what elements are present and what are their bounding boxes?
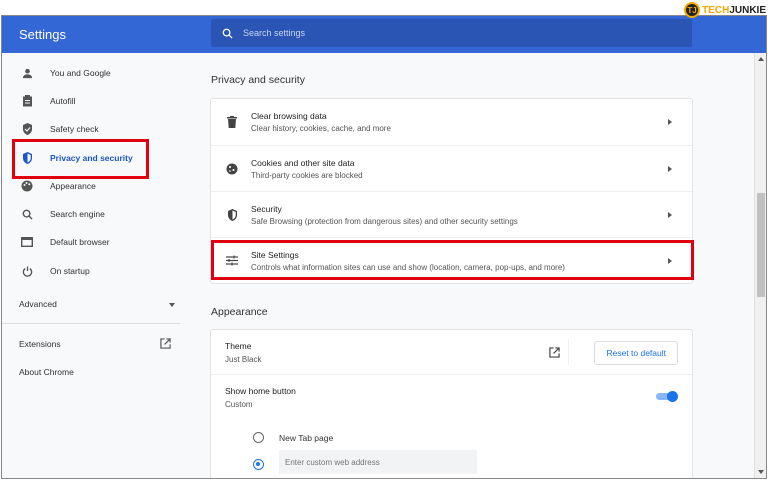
sidebar-item-label: Appearance [50, 181, 96, 191]
home-value: Custom [225, 400, 253, 409]
dropdown-arrow-icon [169, 303, 175, 307]
appearance-card: Theme Just Black Reset to default Show h… [211, 330, 692, 478]
person-icon [21, 68, 33, 79]
custom-address-input[interactable] [279, 450, 477, 474]
row-title: Cookies and other site data [251, 157, 355, 168]
chevron-right-icon [668, 211, 672, 218]
security-row[interactable]: Security Safe Browsing (protection from d… [211, 191, 692, 237]
power-icon [21, 265, 33, 277]
sidebar-item-about-chrome[interactable]: About Chrome [19, 367, 74, 377]
row-subtitle: Third-party cookies are blocked [251, 170, 363, 180]
sidebar-divider [2, 323, 180, 324]
scrollbar[interactable] [754, 53, 766, 478]
sidebar-item-safety-check[interactable]: Safety check [2, 117, 180, 141]
sidebar-item-on-startup[interactable]: On startup [2, 259, 180, 283]
highlight-box-privacy [12, 139, 149, 179]
open-external-icon [160, 338, 171, 349]
clipboard-icon [21, 95, 33, 107]
search-placeholder: Search settings [243, 28, 306, 38]
theme-value: Just Black [225, 355, 262, 364]
cookies-row[interactable]: Cookies and other site data Third-party c… [211, 145, 692, 191]
advanced-label: Advanced [19, 299, 57, 309]
new-tab-label: New Tab page [279, 433, 334, 443]
advanced-section-toggle[interactable]: Advanced [19, 299, 175, 309]
radio-custom-address[interactable] [253, 459, 264, 470]
appearance-heading: Appearance [211, 306, 268, 318]
row-title: Clear browsing data [251, 111, 327, 121]
theme-title: Theme [225, 341, 252, 351]
watermark-logo: TJ [684, 2, 701, 18]
home-button-toggle[interactable] [656, 391, 678, 402]
page-title: Settings [19, 27, 66, 42]
radio-new-tab[interactable] [253, 432, 264, 443]
row-subtitle: Clear history, cookies, cache, and more [251, 124, 391, 133]
sidebar-item-search-engine[interactable]: Search engine [2, 202, 180, 226]
home-title: Show home button [225, 386, 296, 396]
techjunkie-watermark: TJ TECH JUNKIE [684, 2, 766, 18]
sidebar-item-label: Default browser [50, 237, 110, 247]
sidebar-item-default-browser[interactable]: Default browser [2, 230, 180, 254]
search-icon [21, 209, 33, 220]
trash-icon [225, 116, 239, 128]
theme-row: Theme Just Black Reset to default [211, 330, 692, 375]
watermark-text-b: JUNKIE [729, 4, 766, 16]
cookie-icon [225, 163, 239, 175]
row-subtitle: Safe Browsing (protection from dangerous… [251, 216, 518, 226]
row-title: Security [251, 203, 282, 214]
open-external-icon[interactable] [549, 347, 560, 358]
extensions-label: Extensions [19, 339, 61, 349]
settings-window: Settings Search settings You and Google … [1, 15, 767, 479]
sidebar-item-label: Autofill [50, 96, 76, 106]
palette-icon [21, 180, 33, 192]
home-button-row: Show home button Custom New Tab page [211, 375, 692, 478]
clear-browsing-data-row[interactable]: Clear browsing data Clear history, cookie… [211, 99, 692, 145]
sidebar-item-you-and-google[interactable]: You and Google [2, 61, 180, 85]
search-input[interactable]: Search settings [211, 19, 692, 47]
highlight-box-site-settings [211, 240, 694, 280]
chevron-right-icon [668, 165, 672, 172]
sidebar-item-label: Safety check [50, 124, 99, 134]
shield-icon [225, 208, 239, 221]
reset-to-default-button[interactable]: Reset to default [594, 341, 678, 365]
sidebar-item-extensions[interactable]: Extensions [19, 338, 171, 349]
privacy-heading: Privacy and security [211, 74, 305, 86]
separator [568, 339, 569, 365]
chevron-right-icon [668, 119, 672, 125]
sidebar-item-label: Search engine [50, 209, 105, 219]
shield-check-icon [21, 123, 33, 135]
scroll-up-icon[interactable] [758, 57, 764, 61]
search-icon [222, 28, 233, 39]
browser-icon [21, 237, 33, 247]
sidebar-item-label: You and Google [50, 68, 111, 78]
scroll-down-icon[interactable] [758, 470, 764, 474]
watermark-text-a: TECH [702, 4, 730, 16]
scrollbar-thumb[interactable] [757, 193, 765, 297]
header: Settings Search settings [2, 16, 766, 53]
sidebar-item-label: On startup [50, 266, 90, 276]
sidebar-item-autofill[interactable]: Autofill [2, 89, 180, 113]
sidebar: You and Google Autofill Safety check Pri… [2, 53, 180, 478]
